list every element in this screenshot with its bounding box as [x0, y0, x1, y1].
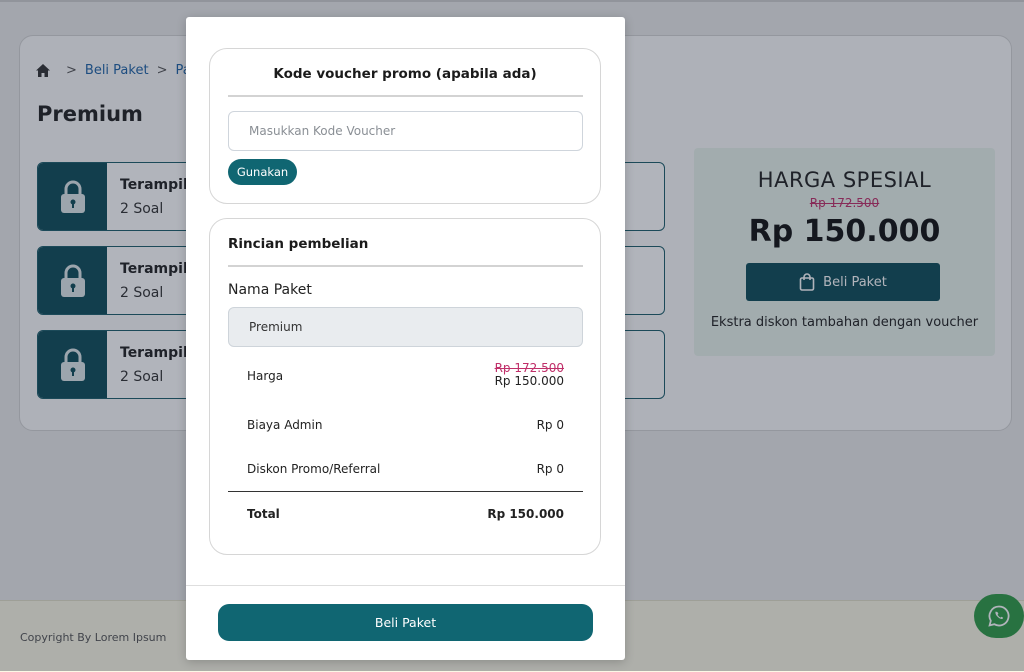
voucher-code-input[interactable] [228, 111, 583, 151]
voucher-card: Kode voucher promo (apabila ada) Gunakan [209, 48, 601, 204]
modal-footer-divider [186, 585, 625, 586]
price-value: Rp 172.500 Rp 150.000 [495, 362, 564, 388]
apply-voucher-button[interactable]: Gunakan [228, 159, 297, 185]
package-name-field: Premium [228, 307, 583, 347]
details-title: Rincian pembelian [228, 236, 369, 252]
package-name-label: Nama Paket [228, 282, 312, 298]
details-divider [228, 265, 583, 267]
discount-label: Diskon Promo/Referral [247, 462, 381, 476]
admin-fee-label: Biaya Admin [247, 418, 323, 432]
purchase-modal: Kode voucher promo (apabila ada) Gunakan… [186, 17, 625, 660]
total-value: Rp 150.000 [487, 507, 564, 521]
voucher-divider [228, 95, 583, 97]
price-label: Harga [247, 369, 284, 383]
total-divider [228, 491, 583, 492]
purchase-details-card: Rincian pembelian Nama Paket Premium Har… [209, 218, 601, 555]
discount-value: Rp 0 [536, 462, 564, 476]
voucher-title: Kode voucher promo (apabila ada) [273, 66, 537, 82]
admin-fee-value: Rp 0 [536, 418, 564, 432]
price-row: Harga Rp 172.500 Rp 150.000 [247, 362, 564, 390]
package-name-value: Premium [249, 320, 303, 334]
total-label: Total [247, 507, 280, 521]
buy-package-button[interactable]: Beli Paket [218, 604, 593, 641]
price-current: Rp 150.000 [494, 374, 564, 388]
